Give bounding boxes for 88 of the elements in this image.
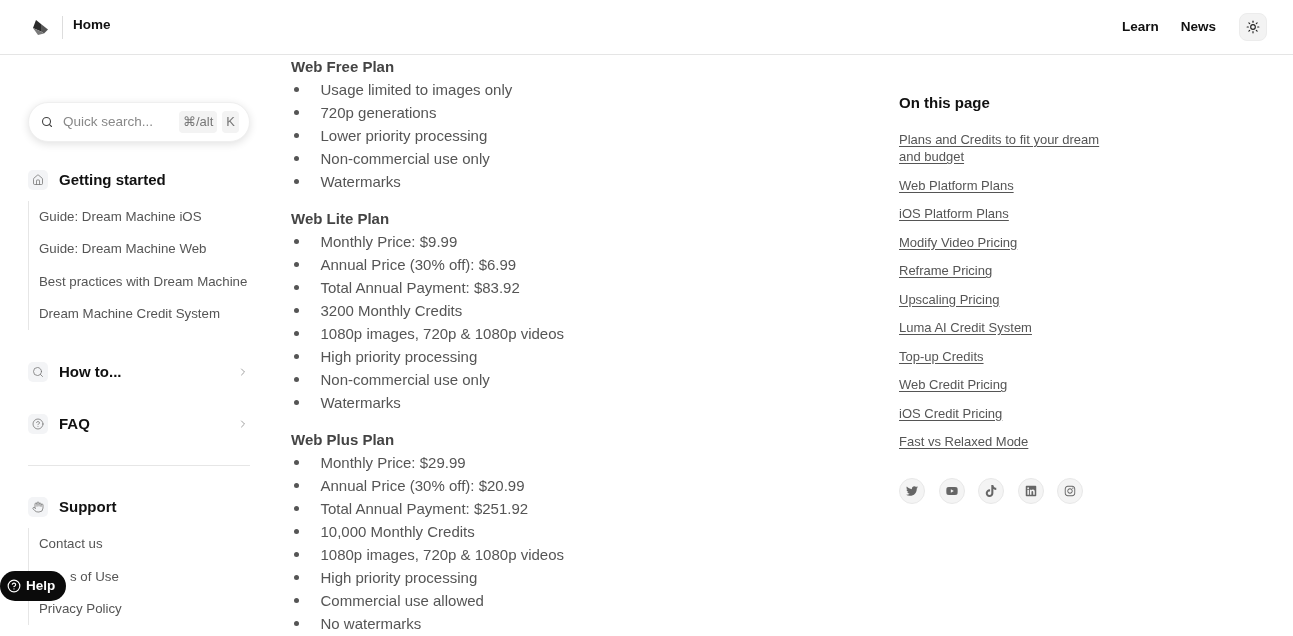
sidebar-link[interactable]: Guide: Dream Machine Web: [39, 242, 207, 257]
shortcut-key: ⌘/alt: [179, 111, 218, 133]
plan-feature: High priority processing: [320, 568, 478, 588]
plan-feature: 720p generations: [320, 103, 437, 123]
sidebar-link[interactable]: Contact us: [39, 537, 103, 552]
sidebar-link[interactable]: s of Use: [70, 569, 119, 584]
plan-heading: Web Plus Plan: [291, 430, 395, 450]
bullet-icon: [294, 110, 299, 115]
bullet-icon: [294, 621, 299, 626]
bullet-icon: [294, 239, 299, 244]
sidebar-section[interactable]: How to...: [28, 362, 250, 383]
sidebar-link[interactable]: Best practices with Dream Machine: [39, 274, 248, 289]
home-link[interactable]: Home: [73, 15, 111, 36]
plan-feature: 1080p images, 720p & 1080p videos: [320, 324, 564, 344]
bullet-icon: [294, 552, 299, 557]
toc-link[interactable]: Reframe Pricing: [899, 262, 993, 279]
bird-icon[interactable]: [899, 478, 925, 504]
bullet-icon: [294, 354, 299, 359]
bullet-icon: [294, 400, 299, 405]
search-input[interactable]: Quick search...: [63, 111, 163, 133]
plan-feature: Non-commercial use only: [320, 149, 490, 169]
plan-heading: Web Free Plan: [291, 57, 395, 77]
plan-feature: Usage limited to images only: [320, 80, 513, 100]
bullet-icon: [294, 377, 299, 382]
search-icon: [41, 116, 53, 128]
sidebar-link[interactable]: Privacy Policy: [39, 601, 122, 616]
plan-feature: 1080p images, 720p & 1080p videos: [320, 545, 564, 565]
plan-feature: No watermarks: [320, 614, 422, 634]
logo-icon[interactable]: [33, 19, 48, 35]
toc-link[interactable]: Top-up Credits: [899, 347, 984, 365]
plan-feature: 10,000 Monthly Credits: [320, 522, 475, 542]
toc-link[interactable]: Web Platform Plans: [899, 176, 1014, 194]
bullet-icon: [294, 179, 299, 184]
plan-feature: Watermarks: [320, 172, 401, 192]
bullet-icon: [294, 262, 299, 267]
bullet-icon: [294, 506, 299, 511]
plan-feature: Annual Price (30% off): $6.99: [320, 255, 517, 275]
plan-feature: 3200 Monthly Credits: [320, 301, 463, 321]
plan-heading: Web Lite Plan: [291, 209, 390, 229]
toc-link[interactable]: Fast vs Relaxed Mode: [899, 433, 1029, 450]
bullet-icon: [294, 598, 299, 603]
plan-feature: Total Annual Payment: $251.92: [320, 499, 529, 519]
sidebar-section[interactable]: FAQ: [28, 414, 250, 435]
toc-link[interactable]: Web Credit Pricing: [899, 376, 1008, 393]
sun-icon: [1246, 20, 1260, 34]
plan-feature: Monthly Price: $9.99: [320, 232, 458, 252]
toc-link[interactable]: Modify Video Pricing: [899, 233, 1018, 251]
plan-feature: Non-commercial use only: [320, 370, 490, 390]
bullet-icon: [294, 460, 299, 465]
bullet-icon: [294, 285, 299, 290]
question-circle-icon: [7, 579, 21, 593]
toc-link[interactable]: Luma AI Credit System: [899, 319, 1032, 336]
plan-feature: Lower priority processing: [320, 126, 488, 146]
theme-toggle-button[interactable]: [1239, 13, 1267, 41]
toc-link[interactable]: Plans and Credits to fit your dream and budget: [899, 131, 1113, 165]
bullet-icon: [294, 529, 299, 534]
plan-feature: Total Annual Payment: $83.92: [320, 278, 520, 298]
toc-link[interactable]: Upscaling Pricing: [899, 290, 1000, 308]
plan-feature: Annual Price (30% off): $20.99: [320, 476, 525, 496]
bullet-icon: [294, 308, 299, 313]
search-icon: [28, 362, 48, 383]
bullet-icon: [294, 331, 299, 336]
bullet-icon: [294, 87, 299, 92]
music-note-icon[interactable]: [978, 478, 1004, 504]
plan-feature: High priority processing: [320, 347, 478, 367]
video-play-icon[interactable]: [938, 478, 965, 504]
plan-feature: Commercial use allowed: [320, 591, 484, 611]
sidebar-link[interactable]: Dream Machine Credit System: [39, 307, 221, 322]
help-button[interactable]: Help: [0, 571, 67, 601]
plan-feature: Watermarks: [320, 393, 401, 413]
nav-link[interactable]: Learn: [1121, 16, 1159, 38]
shortcut-key: K: [222, 111, 239, 133]
bullet-icon: [294, 575, 299, 580]
toc-title: On this page: [899, 93, 990, 113]
sidebar-section[interactable]: Support: [28, 497, 250, 518]
toc-link[interactable]: iOS Credit Pricing: [899, 404, 1003, 422]
bullet-icon: [294, 156, 299, 161]
toc-link[interactable]: iOS Platform Plans: [899, 205, 1009, 222]
sidebar-link[interactable]: Guide: Dream Machine iOS: [39, 210, 202, 225]
house-icon: [28, 170, 48, 190]
plan-feature: Monthly Price: $29.99: [320, 453, 466, 473]
bullet-icon: [294, 133, 299, 138]
camera-icon[interactable]: [1057, 478, 1083, 504]
hand-icon: [28, 497, 48, 518]
nav-link[interactable]: News: [1180, 16, 1216, 38]
sidebar-section[interactable]: Getting started: [28, 170, 250, 190]
in-square-icon[interactable]: [1017, 478, 1044, 504]
bullet-icon: [294, 483, 299, 488]
